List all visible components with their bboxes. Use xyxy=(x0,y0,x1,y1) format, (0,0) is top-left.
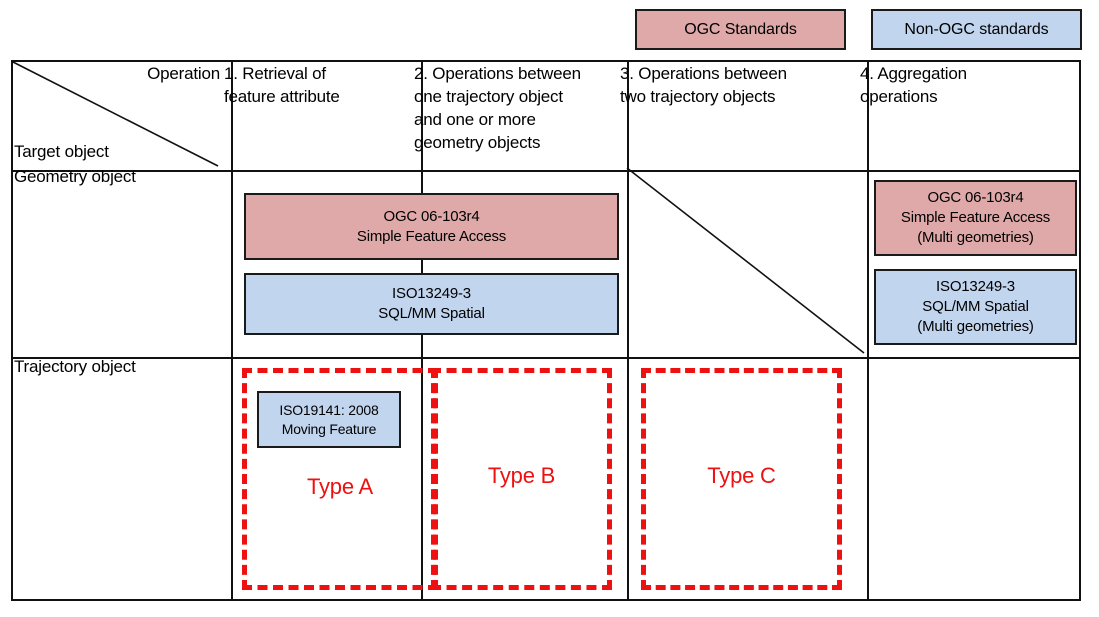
legend-non-ogc-standards: Non-OGC standards xyxy=(871,9,1082,50)
standard-box-ogc-simple-feature-access-multi: OGC 06-103r4 Simple Feature Access (Mult… xyxy=(874,180,1077,256)
standard-box-ogc-simple-feature-access-multi-label: OGC 06-103r4 Simple Feature Access (Mult… xyxy=(900,189,1051,246)
standard-box-iso13249-sqlmm-spatial-label: ISO13249-3 SQL/MM Spatial xyxy=(378,285,485,322)
standard-box-iso19141-moving-feature: ISO19141: 2008 Moving Feature xyxy=(257,391,401,448)
column-divider-1 xyxy=(231,62,233,599)
column-header-3-operations-two-trajectories: 3. Operations between two trajectory obj… xyxy=(620,64,787,106)
corner-operation-label: Operation xyxy=(147,64,220,83)
type-a-label: Type A xyxy=(306,474,374,499)
standard-box-ogc-simple-feature-access-label: OGC 06-103r4 Simple Feature Access xyxy=(356,207,507,245)
diagram-canvas: OGC Standards Non-OGC standards Operatio… xyxy=(0,0,1099,617)
column-divider-3 xyxy=(627,62,629,599)
standard-box-iso19141-moving-feature-label: ISO19141: 2008 Moving Feature xyxy=(279,401,379,437)
column-divider-4 xyxy=(867,62,869,599)
column-header-4-aggregation-operations: 4. Aggregation operations xyxy=(860,64,967,106)
row-header-trajectory-object: Trajectory object xyxy=(14,357,136,376)
type-b-label: Type B xyxy=(487,463,556,488)
column-header-1-retrieval-of-feature-attribute: 1. Retrieval of feature attribute xyxy=(224,64,340,106)
corner-target-object-label: Target object xyxy=(14,142,109,161)
standard-box-iso13249-sqlmm-spatial-multi: ISO13249-3 SQL/MM Spatial (Multi geometr… xyxy=(874,269,1077,345)
type-c-label: Type C xyxy=(707,463,776,488)
legend-ogc-label: OGC Standards xyxy=(684,20,797,38)
legend-non-ogc-label: Non-OGC standards xyxy=(904,20,1049,38)
column-header-2-operations-trajectory-geometry: 2. Operations between one trajectory obj… xyxy=(414,64,581,152)
standard-box-ogc-simple-feature-access: OGC 06-103r4 Simple Feature Access xyxy=(244,193,619,260)
standard-box-iso13249-sqlmm-spatial-multi-label: ISO13249-3 SQL/MM Spatial (Multi geometr… xyxy=(917,278,1034,335)
standard-box-iso13249-sqlmm-spatial: ISO13249-3 SQL/MM Spatial xyxy=(244,273,619,335)
legend-ogc-standards: OGC Standards xyxy=(635,9,846,50)
row-header-geometry-object: Geometry object xyxy=(14,167,136,186)
